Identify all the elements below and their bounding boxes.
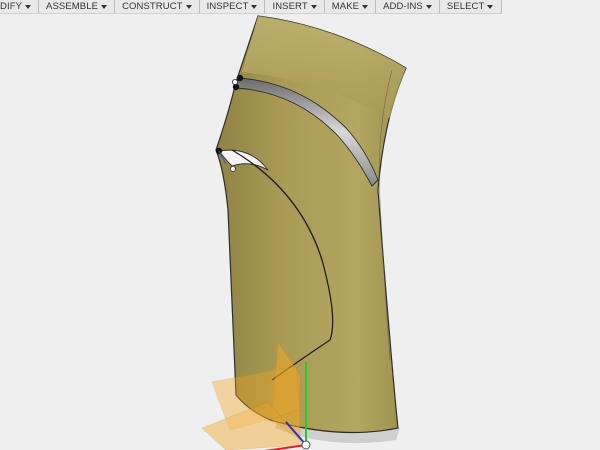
sketch-point[interactable] (236, 74, 244, 82)
caret-down-icon (362, 4, 369, 9)
menu-inspect-label: INSPECT (206, 1, 249, 12)
menu-inspect[interactable]: INSPECT (200, 0, 266, 13)
caret-down-icon (425, 4, 432, 9)
caret-down-icon (101, 4, 108, 9)
menu-select-label: SELECT (446, 1, 485, 12)
origin-point[interactable] (301, 440, 311, 450)
menu-add-ins[interactable]: ADD-INS (376, 0, 440, 13)
menu-modify-label: DIFY (0, 1, 23, 12)
viewport-canvas[interactable] (0, 14, 600, 450)
cad-application: DIFY ASSEMBLE CONSTRUCT INSPECT INSERT M… (0, 0, 600, 450)
sketch-point-open[interactable] (231, 79, 238, 86)
menu-select[interactable]: SELECT (440, 0, 503, 13)
menu-insert[interactable]: INSERT (265, 0, 325, 13)
menu-construct[interactable]: CONSTRUCT (115, 0, 200, 13)
menu-construct-label: CONSTRUCT (122, 1, 183, 12)
caret-down-icon (185, 4, 192, 9)
3d-viewport[interactable] (0, 14, 600, 450)
menu-make[interactable]: MAKE (325, 0, 377, 13)
menu-assemble[interactable]: ASSEMBLE (39, 0, 116, 13)
caret-down-icon (251, 4, 258, 9)
menu-modify[interactable]: DIFY (0, 0, 40, 13)
main-toolbar: DIFY ASSEMBLE CONSTRUCT INSPECT INSERT M… (0, 0, 503, 14)
caret-down-icon (487, 4, 494, 9)
menu-insert-label: INSERT (272, 1, 308, 12)
menu-add-ins-label: ADD-INS (383, 1, 423, 12)
caret-down-icon (310, 4, 317, 9)
sketch-point-open[interactable] (229, 165, 236, 172)
menu-make-label: MAKE (331, 1, 360, 12)
caret-down-icon (25, 4, 32, 9)
menu-assemble-label: ASSEMBLE (46, 1, 99, 12)
